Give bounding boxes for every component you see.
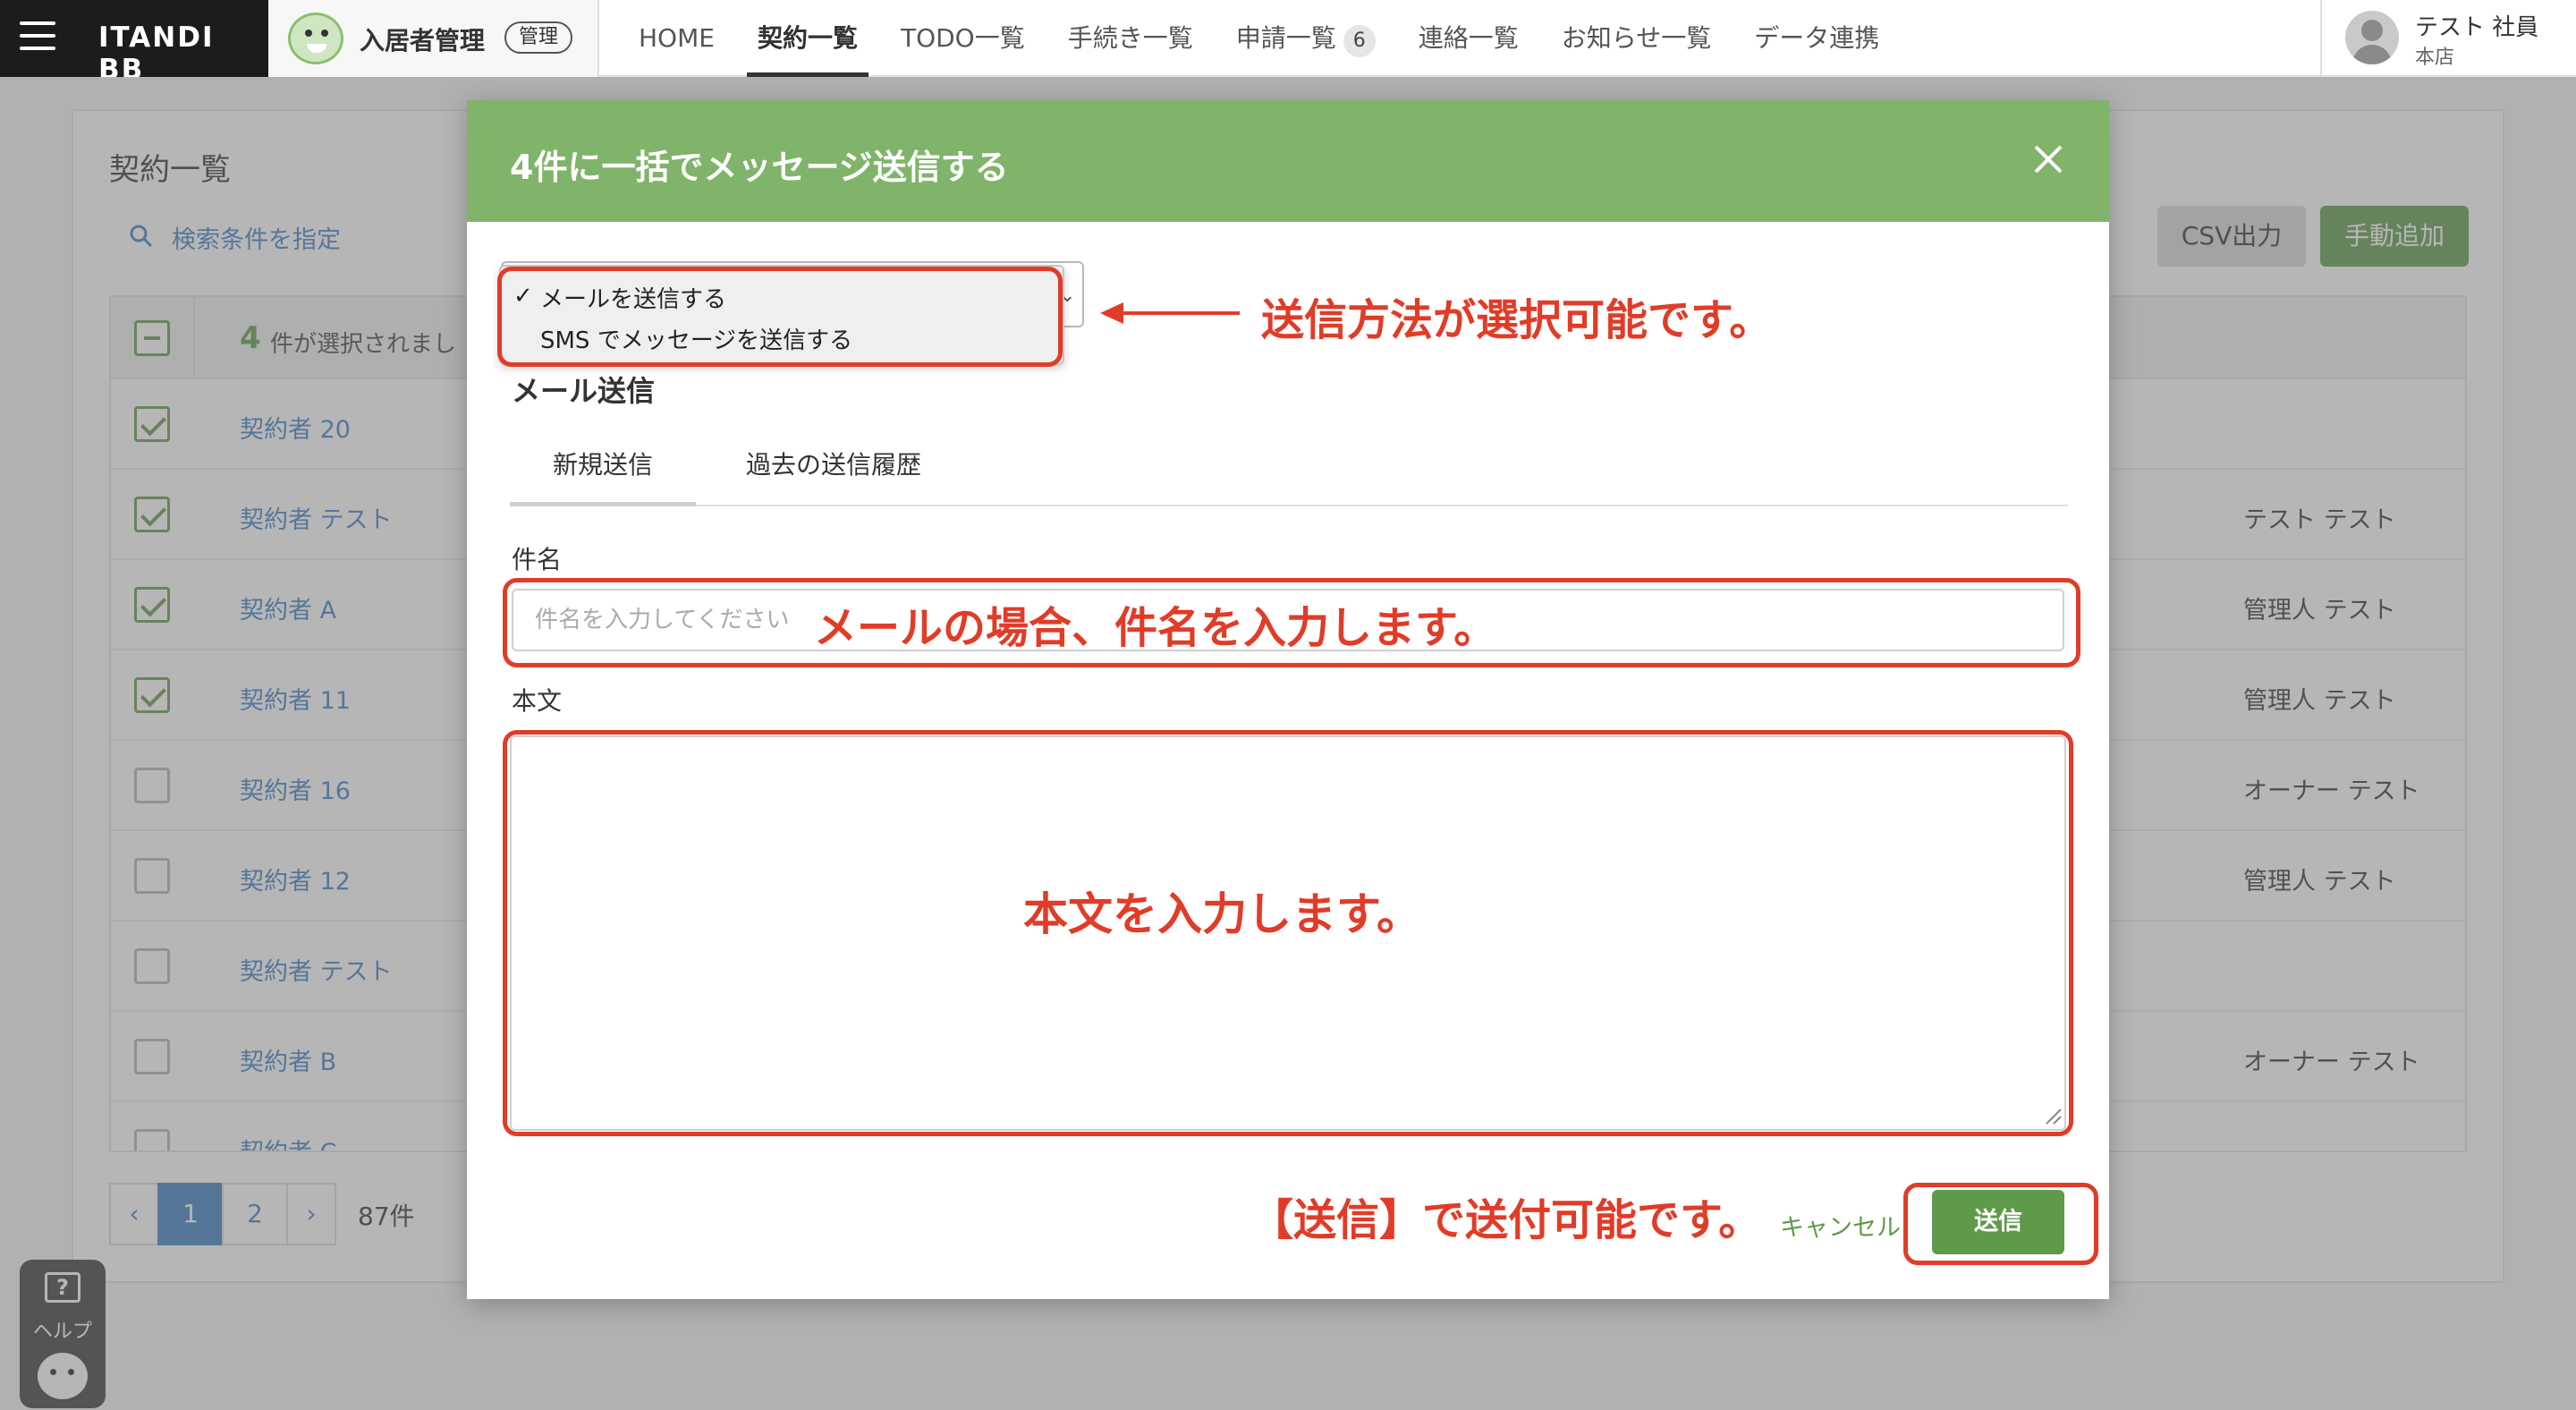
mascot-icon bbox=[288, 13, 343, 64]
brand-area: ITANDI BB bbox=[0, 0, 268, 86]
option-email[interactable]: メールを送信する bbox=[540, 281, 726, 314]
modal-title: 4件に一括でメッセージ送信する bbox=[510, 148, 1009, 187]
menu-icon[interactable] bbox=[20, 21, 55, 54]
subject-note: メールの場合、件名を入力します。 bbox=[814, 603, 1497, 653]
resize-handle-icon[interactable] bbox=[2043, 1106, 2063, 1125]
body-note: 本文を入力します。 bbox=[1023, 888, 1421, 940]
user-branch: 本店 bbox=[2415, 47, 2455, 69]
main-nav: HOME 契約一覧 TODO一覧 手続き一覧 申請一覧 6 連絡一覧 お知らせ一覧… bbox=[617, 0, 1901, 77]
arrow-left-icon bbox=[1100, 302, 1240, 324]
nav-applications-label: 申請一覧 bbox=[1235, 23, 1336, 53]
option-sms[interactable]: SMS でメッセージを送信する bbox=[540, 322, 852, 355]
nav-data-integration[interactable]: データ連携 bbox=[1733, 0, 1901, 77]
send-method-note: 送信方法が選択可能です。 bbox=[1261, 295, 1773, 345]
cancel-button[interactable]: キャンセル bbox=[1780, 1208, 1901, 1243]
app-badge: 管理 bbox=[504, 21, 573, 54]
send-method-dropdown: ✓ メールを送信する SMS でメッセージを送信する bbox=[499, 265, 1064, 365]
applications-count-badge: 6 bbox=[1343, 25, 1376, 57]
nav-home[interactable]: HOME bbox=[617, 0, 736, 77]
nav-procedures[interactable]: 手続き一覧 bbox=[1046, 0, 1215, 77]
tab-new-message[interactable]: 新規送信 bbox=[510, 431, 696, 506]
body-label: 本文 bbox=[512, 686, 563, 716]
subject-label: 件名 bbox=[512, 545, 563, 574]
send-button[interactable]: 送信 bbox=[1932, 1190, 2064, 1254]
check-icon: ✓ bbox=[513, 283, 533, 310]
close-icon[interactable] bbox=[2029, 140, 2068, 179]
section-title: メール送信 bbox=[512, 374, 656, 408]
app-switcher[interactable]: 入居者管理 管理 bbox=[268, 0, 599, 77]
send-note: 【送信】で送付可能です。 bbox=[1250, 1195, 1762, 1245]
nav-notices[interactable]: お知らせ一覧 bbox=[1540, 0, 1733, 77]
modal-header: 4件に一括でメッセージ送信する bbox=[467, 100, 2109, 222]
nav-contracts[interactable]: 契約一覧 bbox=[736, 0, 879, 77]
top-header: ITANDI BB 入居者管理 管理 HOME 契約一覧 TODO一覧 手続き一… bbox=[0, 0, 2576, 86]
user-menu[interactable]: テスト 社員 本店 bbox=[2320, 0, 2576, 77]
tab-history[interactable]: 過去の送信履歴 bbox=[717, 431, 950, 506]
nav-contacts[interactable]: 連絡一覧 bbox=[1397, 0, 1540, 77]
nav-todo[interactable]: TODO一覧 bbox=[879, 0, 1046, 77]
user-name: テスト 社員 bbox=[2415, 14, 2539, 41]
avatar bbox=[2345, 11, 2399, 64]
app-title: 入居者管理 bbox=[360, 26, 486, 55]
nav-applications[interactable]: 申請一覧 6 bbox=[1215, 0, 1397, 77]
message-tabs: 新規送信 過去の送信履歴 bbox=[510, 431, 2068, 506]
